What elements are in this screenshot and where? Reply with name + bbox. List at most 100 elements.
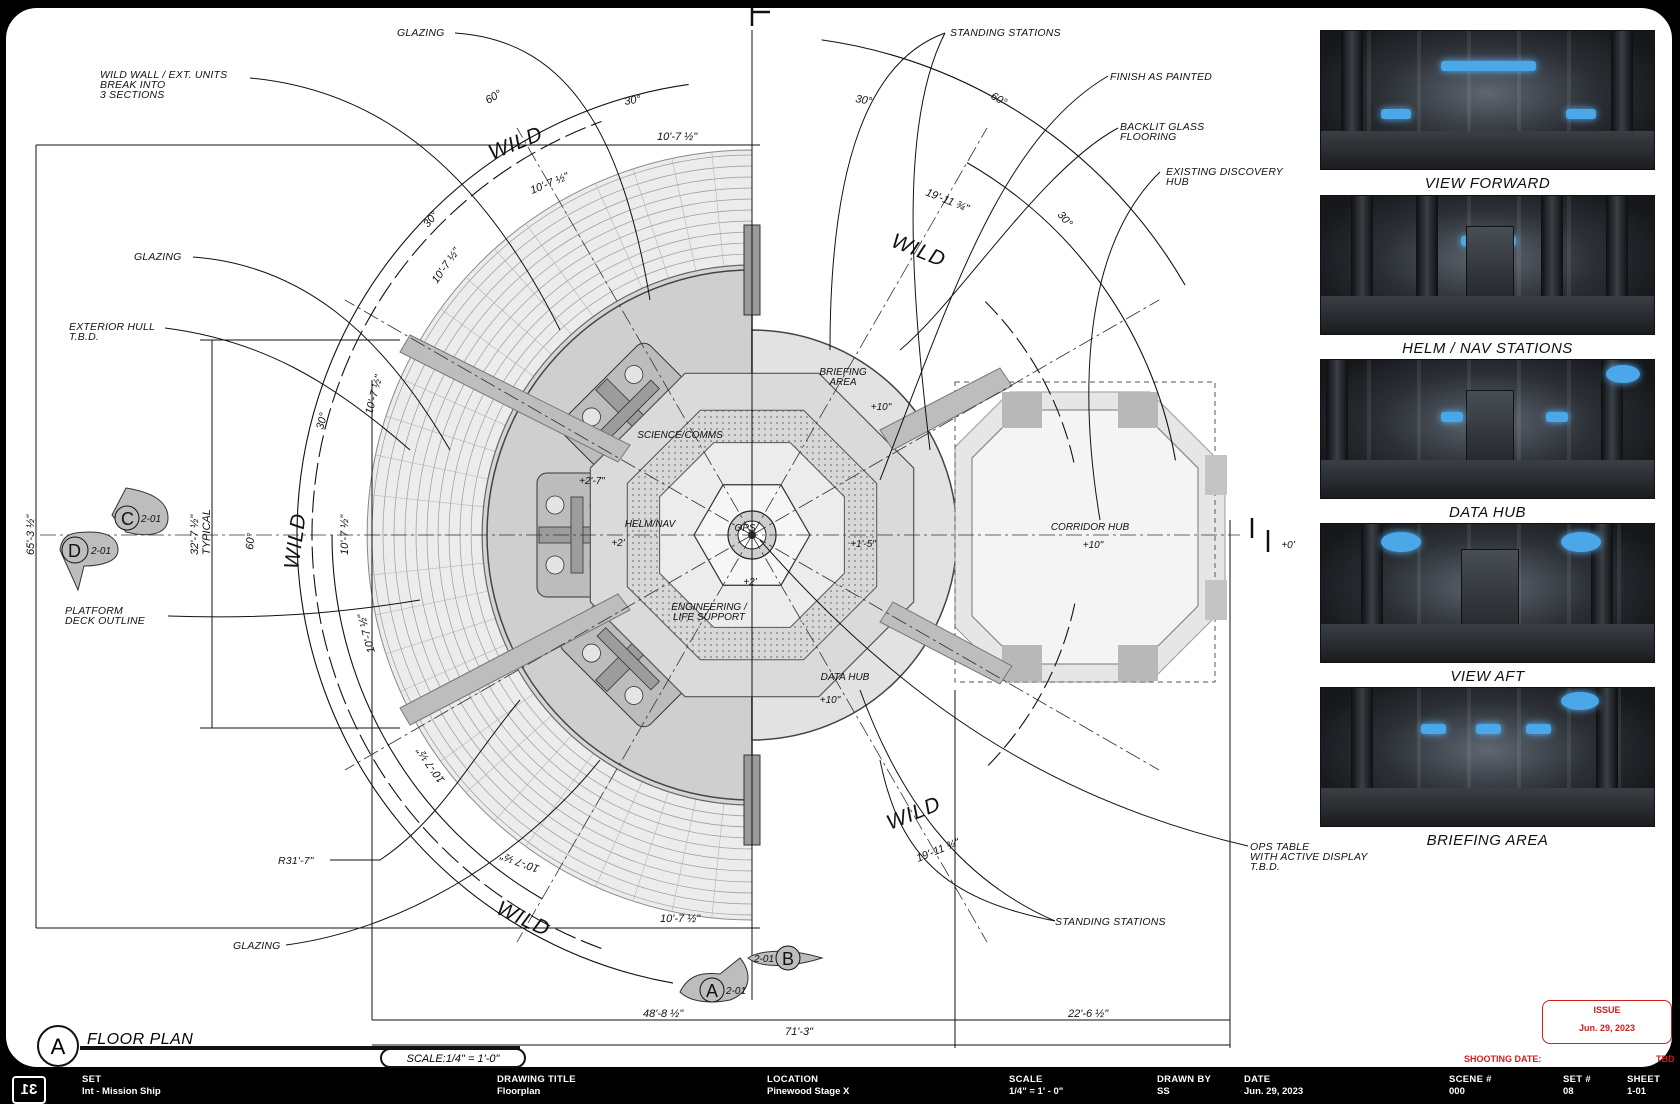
tb-drawn: DRAWN BY SS [1157,1074,1211,1098]
room-data-hub: DATA HUB [821,672,870,683]
helm-nav-image [1320,195,1655,335]
tb-setnum: SET # 08 [1563,1074,1591,1098]
tb-drawing-label: DRAWING TITLE [497,1074,576,1085]
dim-arc-5: 10'-7 ½" [356,611,378,654]
drawing-sheet: GLAZING WILD WALL / EXT. UNITS BREAK INT… [0,0,1680,1104]
callout-glazing-top: GLAZING [397,27,445,39]
callout-standing-bottom: STANDING STATIONS [1055,916,1166,928]
dim-typical-2: TYPICAL [201,509,213,555]
dim-arc-2: 10'-7 ½" [430,245,464,286]
tb-scene: SCENE # 000 [1449,1074,1492,1098]
view-forward-caption: VIEW FORWARD [1424,175,1551,192]
ref-a-letter: A [706,981,718,1001]
data-hub-image [1320,359,1655,499]
tb-sheet: SHEET 1-01 [1627,1074,1660,1098]
tb-sheet-value: 1-01 [1627,1086,1647,1097]
sheet-logo: 31 [12,1076,46,1104]
view-forward-image [1320,30,1655,170]
dim-bottom-right: 22'-6 ½" [1067,1008,1109,1020]
callout-glazing-left: GLAZING [134,251,182,263]
room-engineering-2: LIFE SUPPORT [673,612,746,623]
dim-typical: 32'-7 ½" [189,514,201,555]
elev-corridor: +10" [1083,540,1104,551]
dim-arc-3: 10'-7 ½" [363,373,385,416]
tb-setnum-label: SET # [1563,1074,1591,1085]
dim-right-top: 19'-11 ¾" [924,187,972,216]
tb-scene-value: 000 [1449,1086,1465,1097]
callout-standing-top: STANDING STATIONS [950,27,1061,39]
angle-30-l2: 30° [314,411,330,431]
tb-location: LOCATION Pinewood Stage X [767,1074,849,1098]
briefing-caption: BRIEFING AREA [1426,832,1549,849]
shooting-date-value: TBD [1656,1054,1675,1064]
angle-60-tr: 60° [989,90,1010,109]
drawing-title: A FLOOR PLAN SCALE:1/4" = 1'-0" [37,1025,526,1068]
callout-finish: FINISH AS PAINTED [1110,71,1212,83]
dim-bottom-arc: 10'-7 ½" [660,913,701,925]
elev-ops: +2' [743,577,757,588]
wild-bottom: WILD [493,897,554,942]
callout-exterior-hull-2: T.B.D. [69,331,99,343]
tb-set: SET Int - Mission Ship [82,1074,161,1098]
title-letter: A [51,1034,66,1059]
tb-drawing-value: Floorplan [497,1086,541,1097]
ref-a-sheet: 2-01 [725,986,746,997]
briefing-image [1320,687,1655,827]
ref-c-sheet: 2-01 [140,514,161,525]
issue-date: Jun. 29, 2023 [1578,1023,1636,1033]
tb-drawn-value: SS [1157,1086,1170,1097]
tb-scene-label: SCENE # [1449,1074,1492,1085]
angle-60-l: 60° [244,532,257,550]
ref-d-letter: D [68,541,81,561]
data-hub-panel: DATA HUB [1320,359,1655,523]
section-ref-c: C 2-01 [111,487,169,536]
angle-30-tl: 30° [623,93,642,108]
wild-right-top: WILD [888,229,949,271]
dim-overall-height: 65'-3 ½" [25,514,37,555]
callout-ops-table-3: T.B.D. [1250,861,1280,873]
issue-stamp: ISSUE Jun. 29, 2023 [1542,1000,1672,1044]
room-ops: OPS [734,523,755,534]
ref-d-sheet: 2-01 [90,546,111,557]
view-aft-panel: VIEW AFT [1320,523,1655,687]
data-hub-caption: DATA HUB [1448,504,1527,521]
view-forward-panel: VIEW FORWARD [1320,30,1655,194]
dim-bottom-left: 48'-8 ½" [643,1008,684,1020]
ref-b-sheet: 2-01 [753,954,774,965]
dim-center: 10'-7 ½" [339,514,351,555]
section-ref-b: B 2-01 [747,945,824,971]
wild-right-bottom: WILD [883,792,944,834]
tb-setnum-value: 08 [1563,1086,1574,1097]
callout-wild-wall-3: 3 SECTIONS [100,89,164,101]
elev-briefing: +10" [871,402,892,413]
callout-backlit-2: FLOORING [1120,131,1176,143]
angle-30-tr: 30° [854,93,873,108]
title-name: FLOOR PLAN [87,1031,193,1048]
title-scale: SCALE:1/4" = 1'-0" [407,1053,501,1065]
datum-marker [1250,518,1270,552]
tb-drawn-label: DRAWN BY [1157,1074,1212,1085]
tb-scale-label: SCALE [1009,1074,1043,1085]
wild-top: WILD [485,122,546,164]
callout-glazing-bottom: GLAZING [233,940,281,952]
briefing-panel: BRIEFING AREA [1320,687,1655,851]
callout-existing-hub-2: HUB [1166,176,1189,188]
dim-bottom-total: 71'-3" [785,1026,814,1038]
dim-top-arc: 10'-7 ½" [657,131,698,143]
tb-scale-value: 1/4" = 1' - 0" [1009,1086,1064,1097]
tb-date-value: Jun. 29, 2023 [1244,1086,1304,1097]
elev-helm: +2' [611,538,625,549]
tb-sheet-label: SHEET [1627,1074,1661,1085]
section-ref-d: D 2-01 [59,531,119,592]
room-science-comms: SCIENCE/COMMS [637,430,723,441]
angle-60-tl: 60° [484,88,505,107]
tb-scale: SCALE 1/4" = 1' - 0" [1009,1074,1063,1098]
tb-date: DATE Jun. 29, 2023 [1244,1074,1303,1098]
ref-b-letter: B [782,949,794,969]
helm-nav-caption: HELM / NAV STATIONS [1402,340,1573,357]
elev-science: +2'-7" [579,476,605,487]
tb-set-label: SET [82,1074,102,1085]
tb-location-label: LOCATION [767,1074,819,1085]
dim-arc-1: 10'-7 ½" [529,170,572,197]
elev-ops-right: +1'-5" [850,539,876,550]
